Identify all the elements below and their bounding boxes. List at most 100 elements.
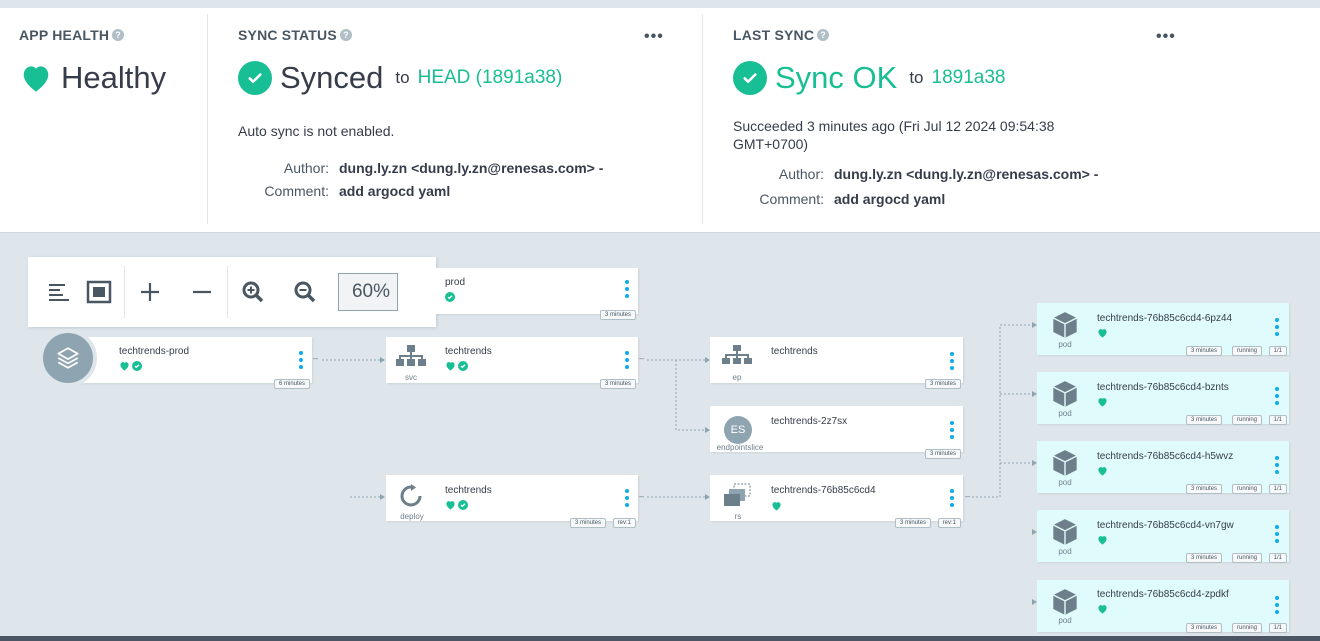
heart-icon [446,362,455,371]
deploy-node[interactable]: deploy techtrends – 3 minutes rev:1 [386,475,644,528]
app-name: techtrends-prod [119,346,190,357]
node-menu-icon[interactable] [625,351,629,369]
age-tag: 3 minutes [599,379,636,389]
svc-node[interactable]: svc techtrends – 3 minutes [386,337,644,389]
state-tag: running [1231,415,1262,425]
deploy-refresh-icon [400,484,422,507]
state-tag: running [1231,623,1262,633]
node-menu-icon[interactable] [950,352,954,370]
state-tag: running [1231,346,1262,356]
age-tag: 3 minutes [1185,484,1222,494]
state-tag: running [1231,484,1262,494]
age-tag: 3 minutes [599,310,636,320]
endpointslice-name: techtrends-2z7sx [771,416,848,427]
namespace-name: prod [445,277,466,288]
pod-name: techtrends-76b85c6cd4-h5wvz [1097,451,1234,462]
bottom-bar [0,636,1320,641]
endpointslice-node[interactable]: ES endpointslice techtrends-2z7sx 3 minu… [710,406,963,459]
node-menu-icon[interactable] [950,421,954,439]
cube-icon [1053,450,1077,476]
cube-icon [1053,381,1077,407]
pod-name: techtrends-76b85c6cd4-zpdkf [1097,589,1229,600]
pod-node[interactable]: pod techtrends-76b85c6cd4-vn7gw 3 minute… [1037,510,1289,563]
network-icon [396,345,426,366]
age-tag: 3 minutes [924,449,961,459]
svc-name: techtrends [445,346,492,357]
node-menu-icon[interactable] [1275,387,1279,405]
magnify-minus-icon[interactable] [286,273,324,311]
pod-kind: pod [1058,616,1072,625]
pod-kind: pod [1058,547,1072,556]
node-menu-icon[interactable] [1275,596,1279,614]
pod-name: techtrends-76b85c6cd4-vn7gw [1097,520,1234,531]
zoom-in-plus-icon[interactable] [131,273,169,311]
rs-status-icons [771,501,782,511]
synced-check-icon [458,500,468,510]
age-tag: 6 minutes [273,379,310,389]
pod-node[interactable]: pod techtrends-76b85c6cd4-6pz44 3 minute… [1037,303,1289,356]
endpoints-icon [722,345,752,364]
pod-node[interactable]: pod techtrends-76b85c6cd4-h5wvz 3 minute… [1037,441,1289,494]
app-layers-icon [39,329,97,387]
age-tag: 3 minutes [1185,553,1222,563]
state-tag: running [1231,553,1262,563]
cube-icon [1053,589,1077,615]
pod-node[interactable]: pod techtrends-76b85c6cd4-zpdkf 3 minute… [1037,580,1289,633]
pod-node[interactable]: pod techtrends-76b85c6cd4-bznts 3 minute… [1037,372,1289,425]
ep-name: techtrends [771,346,818,357]
collapse-icon[interactable]: – [639,491,644,501]
namespace-node[interactable]: prod 3 minutes [436,268,638,320]
rs-kind: rs [734,512,742,521]
pod-kind: pod [1058,340,1072,349]
deploy-status-icons [445,500,468,510]
app-node[interactable]: techtrends-prod – 6 minutes [70,337,318,389]
node-menu-icon[interactable] [950,489,954,507]
node-menu-icon[interactable] [1275,318,1279,336]
node-menu-icon[interactable] [1275,525,1279,543]
age-tag: 3 minutes [894,518,931,528]
deploy-kind: deploy [400,512,424,521]
ready-tag: 1/1 [1268,346,1287,356]
svc-status-icons [445,361,468,371]
collapse-icon[interactable]: – [965,491,970,501]
tree-view-icon[interactable] [40,273,78,311]
heart-icon [1098,605,1107,614]
ready-tag: 1/1 [1268,623,1287,633]
rs-node[interactable]: rs techtrends-76b85c6cd4 – 3 minutes rev… [710,475,970,528]
collapse-icon[interactable]: – [639,353,644,363]
revision-tag: rev:1 [612,518,636,528]
ready-tag: 1/1 [1268,553,1287,563]
es-badge-icon: ES [724,416,752,444]
replicaset-icon [724,483,751,506]
graph-toolbar: 60% [28,257,436,327]
heart-icon [120,362,129,371]
deploy-name: techtrends [445,485,492,496]
heart-icon [1098,467,1107,476]
pod-kind: pod [1058,478,1072,487]
zoom-out-minus-icon[interactable] [183,273,221,311]
cube-icon [1053,519,1077,545]
collapse-icon[interactable]: – [313,353,318,363]
node-menu-icon[interactable] [299,351,303,369]
node-menu-icon[interactable] [625,280,629,298]
heart-icon [772,502,781,511]
pod-name: techtrends-76b85c6cd4-6pz44 [1097,313,1233,324]
pod-kind: pod [1058,409,1072,418]
age-tag: 3 minutes [1185,415,1222,425]
toolbar-divider [124,266,125,318]
ready-tag: 1/1 [1268,484,1287,494]
toolbar-divider [227,266,228,318]
cube-icon [1053,312,1077,338]
ep-node[interactable]: ep techtrends 3 minutes [710,337,963,389]
heart-icon [1098,329,1107,338]
age-tag: 3 minutes [569,518,606,528]
node-menu-icon[interactable] [625,489,629,507]
ready-tag: 1/1 [1268,415,1287,425]
fit-view-icon[interactable] [80,273,118,311]
pod-name: techtrends-76b85c6cd4-bznts [1097,382,1229,393]
magnify-plus-icon[interactable] [234,273,272,311]
svc-kind: svc [405,373,417,382]
namespace-status-icons [445,292,455,302]
heart-icon [1098,536,1107,545]
node-menu-icon[interactable] [1275,456,1279,474]
